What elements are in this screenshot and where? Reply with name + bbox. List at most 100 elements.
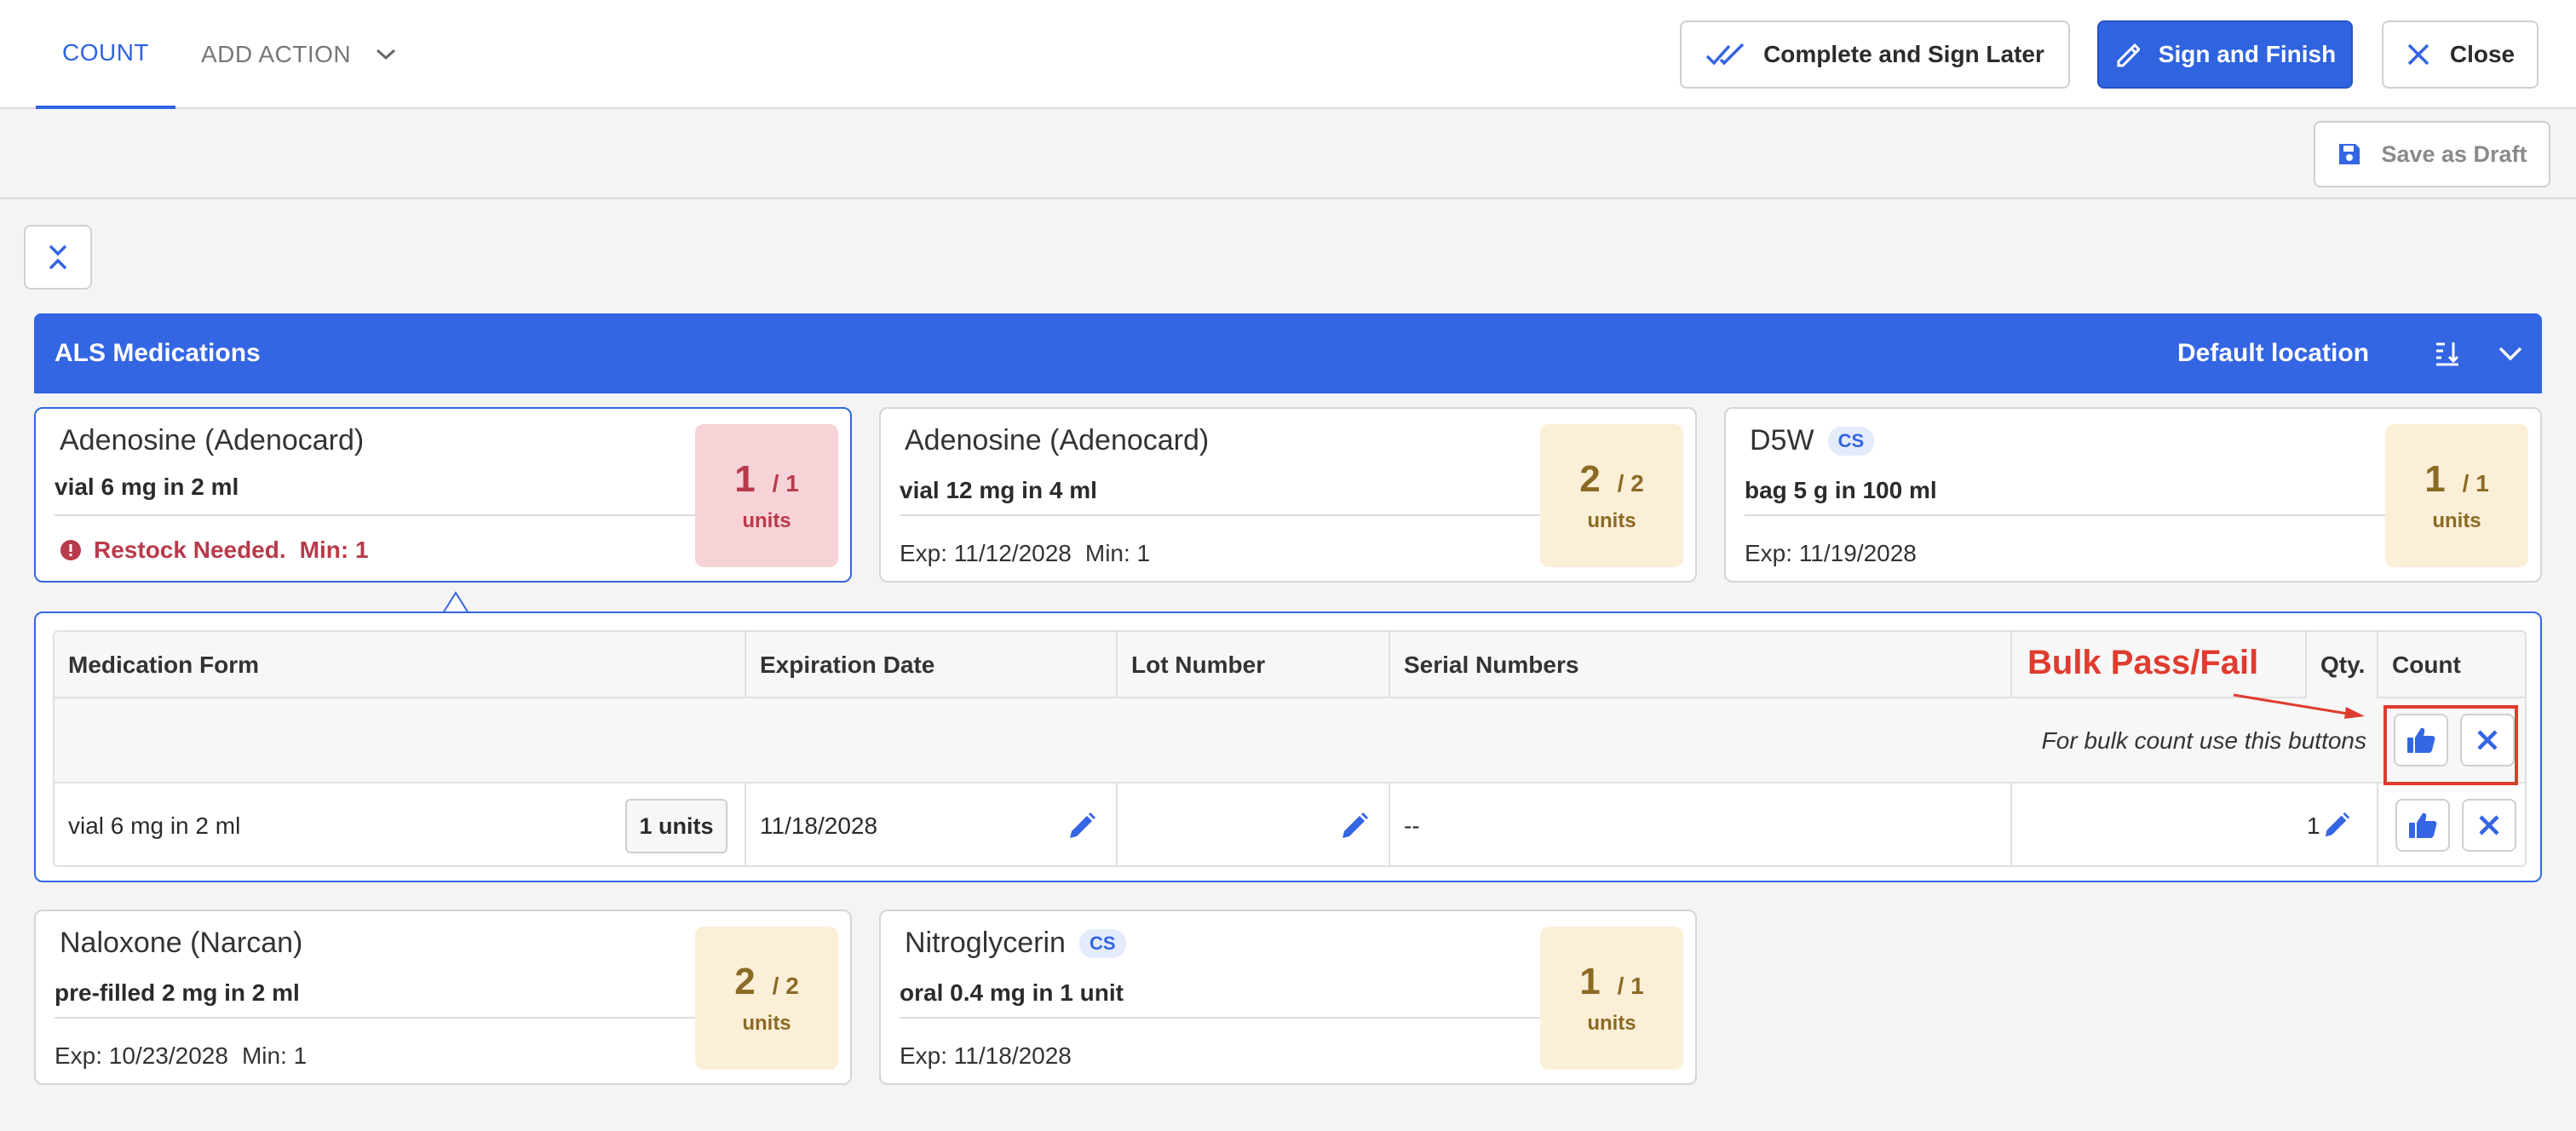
divider: [55, 514, 707, 516]
col-serial-numbers: Serial Numbers: [1389, 632, 2010, 698]
count-total: / 1: [772, 470, 799, 497]
medication-card[interactable]: Adenosine (Adenocard) vial 6 mg in 2 ml …: [34, 407, 852, 583]
tab-count[interactable]: COUNT: [36, 0, 175, 109]
row-medication-form: vial 6 mg in 2 ml 1 units: [55, 784, 745, 865]
medication-name: Nitroglycerin CS: [905, 927, 1126, 960]
location-selector[interactable]: Default location: [2177, 313, 2369, 393]
close-button[interactable]: Close: [2382, 20, 2539, 89]
table-row: vial 6 mg in 2 ml 1 units 11/18/2028 -- …: [55, 784, 2525, 865]
fail-button[interactable]: [2462, 799, 2516, 852]
medication-name: Adenosine (Adenocard): [905, 424, 1210, 456]
row-expiration-date: 11/18/2028: [745, 784, 1116, 865]
pass-button[interactable]: [2395, 799, 2450, 852]
sign-finish-button[interactable]: Sign and Finish: [2097, 20, 2353, 89]
collapse-all-button[interactable]: [24, 225, 92, 290]
count-value: 2: [1579, 458, 1601, 500]
thumbs-up-icon: [2409, 812, 2437, 838]
sort-icon[interactable]: [2433, 339, 2462, 368]
count-total: / 1: [1617, 973, 1644, 999]
col-expiration-date: Expiration Date: [745, 632, 1116, 698]
divider: [900, 514, 1552, 516]
units-chip: 1 units: [625, 799, 727, 853]
restock-alert: Restock Needed. Min: 1: [60, 537, 369, 564]
save-draft-label: Save as Draft: [2381, 141, 2527, 167]
medication-form: bag 5 g in 100 ml: [1745, 477, 1937, 503]
count-unit: units: [2432, 509, 2481, 532]
alert-circle-icon: [60, 540, 81, 560]
count-total: / 1: [2462, 470, 2489, 497]
count-unit: units: [742, 1012, 791, 1035]
annotation-arrow: [2233, 693, 2365, 719]
pen-icon: [2117, 43, 2140, 67]
save-draft-button[interactable]: Save as Draft: [2314, 121, 2550, 187]
edit-pencil-icon[interactable]: [1339, 811, 1370, 841]
close-label: Close: [2449, 41, 2516, 67]
medication-form: vial 6 mg in 2 ml: [55, 474, 239, 500]
annotation-label: Bulk Pass/Fail: [2027, 644, 2259, 681]
count-value: 2: [734, 961, 756, 1002]
count-value: 1: [2424, 458, 2446, 500]
collapse-chevrons-icon: [49, 244, 67, 270]
col-count: Count: [2377, 632, 2525, 698]
quantity-badge: 2 / 2 units: [695, 927, 838, 1070]
divider: [55, 1017, 707, 1019]
complete-sign-later-button[interactable]: Complete and Sign Later: [1680, 20, 2070, 89]
chevron-down-icon[interactable]: [2496, 339, 2525, 368]
quantity-badge: 1 / 1 units: [695, 424, 838, 567]
row-qty: 1: [2010, 784, 2377, 865]
group-header[interactable]: ALS Medications Default location: [34, 313, 2542, 393]
sub-toolbar: [0, 109, 2576, 199]
save-icon: [2339, 144, 2360, 164]
top-bar: COUNT ADD ACTION Complete and Sign Later…: [0, 0, 2576, 109]
tab-add-action-label: ADD ACTION: [201, 41, 352, 67]
min-text: Min: 1: [299, 537, 369, 563]
quantity-badge: 1 / 1 units: [1540, 927, 1683, 1070]
edit-pencil-icon[interactable]: [2322, 811, 2351, 840]
medication-name: Adenosine (Adenocard): [60, 424, 365, 456]
close-icon: [2479, 815, 2499, 835]
medication-meta: Exp: 11/19/2028: [1745, 540, 1917, 566]
count-unit: units: [1587, 509, 1636, 532]
edit-pencil-icon[interactable]: [1067, 811, 1097, 841]
medication-form: vial 12 mg in 4 ml: [900, 477, 1097, 503]
col-medication-form: Medication Form: [68, 652, 260, 678]
medication-card[interactable]: Naloxone (Narcan) pre-filled 2 mg in 2 m…: [34, 910, 852, 1085]
medication-card[interactable]: Nitroglycerin CS oral 0.4 mg in 1 unit Ex…: [879, 910, 1697, 1085]
complete-sign-later-label: Complete and Sign Later: [1763, 41, 2044, 67]
restock-text: Restock Needed.: [94, 537, 286, 563]
controlled-substance-badge: CS: [1827, 426, 1875, 456]
quantity-badge: 2 / 2 units: [1540, 424, 1683, 567]
count-total: / 2: [772, 973, 799, 999]
group-title: ALS Medications: [55, 339, 261, 367]
row-serial-numbers: --: [1389, 784, 2010, 865]
controlled-substance-badge: CS: [1078, 928, 1126, 958]
medication-name: D5W CS: [1750, 424, 1875, 457]
chevron-down-icon: [377, 49, 396, 60]
bulk-count-row: For bulk count use this buttons: [55, 698, 2525, 784]
medication-name: Naloxone (Narcan): [60, 927, 303, 959]
medication-form: oral 0.4 mg in 1 unit: [900, 979, 1124, 1006]
row-count: [2377, 784, 2525, 865]
count-value: 1: [1579, 961, 1601, 1002]
col-lot-number: Lot Number: [1116, 632, 1389, 698]
count-unit: units: [742, 509, 791, 532]
medication-meta: Exp: 11/12/2028 Min: 1: [900, 540, 1151, 566]
divider: [1745, 514, 2397, 516]
row-lot-number: [1116, 784, 1389, 865]
count-unit: units: [1587, 1012, 1636, 1035]
close-icon: [2407, 43, 2429, 66]
tab-add-action[interactable]: ADD ACTION: [201, 0, 397, 109]
medication-card[interactable]: D5W CS bag 5 g in 100 ml Exp: 11/19/2028 …: [1724, 407, 2542, 583]
medication-form: pre-filled 2 mg in 2 ml: [55, 979, 300, 1006]
count-total: / 2: [1617, 470, 1644, 497]
medication-meta: Exp: 11/18/2028: [900, 1042, 1072, 1069]
divider: [900, 1017, 1552, 1019]
quantity-badge: 1 / 1 units: [2385, 424, 2528, 567]
selection-pointer: [443, 591, 469, 613]
medication-meta: Exp: 10/23/2028 Min: 1: [55, 1042, 308, 1069]
double-check-icon: [1705, 43, 1745, 66]
medication-card[interactable]: Adenosine (Adenocard) vial 12 mg in 4 ml…: [879, 407, 1697, 583]
count-value: 1: [734, 458, 756, 500]
annotation-highlight-box: [2383, 705, 2518, 785]
sign-finish-label: Sign and Finish: [2158, 41, 2337, 67]
